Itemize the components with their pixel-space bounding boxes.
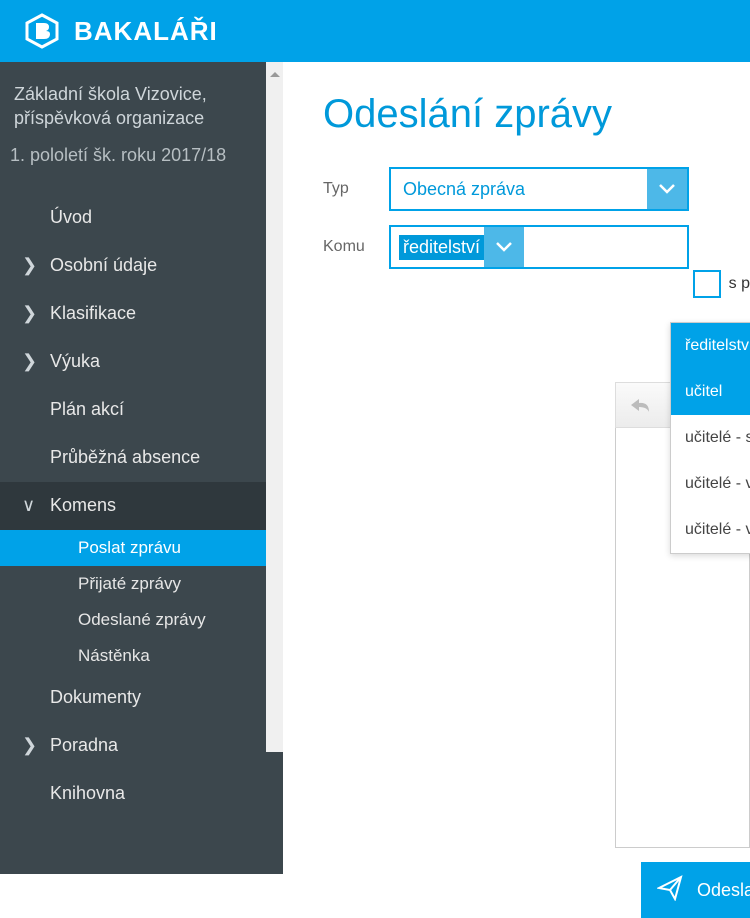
page-title: Odeslání zprávy bbox=[323, 92, 750, 137]
combo-komu-value: ředitelství bbox=[399, 235, 484, 260]
dropdown-option-ucitele-skupiny[interactable]: učitelé - skupiny bbox=[671, 415, 750, 461]
term-label: 1. pololetí šk. roku 2017/18 bbox=[0, 133, 283, 184]
checkbox-label: s p bbox=[729, 275, 750, 293]
combo-komu[interactable]: ředitelství bbox=[389, 225, 689, 269]
chevron-right-icon: ❯ bbox=[22, 735, 50, 756]
dropdown-option-ucitele-volny[interactable]: učitelé - volný výběr bbox=[671, 507, 750, 553]
nav-osobni-udaje[interactable]: ❯ Osobní údaje bbox=[0, 242, 283, 290]
nav-vyuka[interactable]: ❯ Výuka bbox=[0, 338, 283, 386]
paper-plane-icon bbox=[657, 875, 683, 906]
nav-komens-nastenka[interactable]: Nástěnka bbox=[0, 638, 283, 674]
chevron-right-icon: ❯ bbox=[22, 351, 50, 372]
chevron-down-icon[interactable] bbox=[647, 169, 687, 209]
nav-komens-prijate[interactable]: Přijaté zprávy bbox=[0, 566, 283, 602]
nav-uvod[interactable]: Úvod bbox=[0, 194, 283, 242]
nav-komens-poslat[interactable]: Poslat zprávu bbox=[0, 530, 283, 566]
send-button[interactable]: Odeslat bbox=[641, 862, 750, 918]
send-button-label: Odeslat bbox=[697, 880, 750, 901]
sidebar-scrollbar[interactable] bbox=[266, 62, 283, 752]
komu-dropdown: ředitelství učitel učitelé - skupiny uči… bbox=[670, 322, 750, 554]
brand-logo-icon bbox=[24, 13, 60, 49]
combo-typ[interactable]: Obecná zpráva bbox=[389, 167, 689, 211]
app-header: BAKALÁŘI bbox=[0, 0, 750, 62]
nav-poradna[interactable]: ❯ Poradna bbox=[0, 722, 283, 770]
label-typ: Typ bbox=[323, 180, 369, 198]
brand-name: BAKALÁŘI bbox=[74, 16, 218, 47]
checkbox-confirm[interactable] bbox=[693, 270, 721, 298]
brand: BAKALÁŘI bbox=[24, 13, 218, 49]
combo-typ-value: Obecná zpráva bbox=[391, 179, 647, 200]
dropdown-option-reditelstvi[interactable]: ředitelství bbox=[671, 323, 750, 369]
chevron-down-icon: ∨ bbox=[22, 495, 50, 516]
school-name: Základní škola Vizovice, příspěvková org… bbox=[0, 62, 283, 133]
dropdown-option-ucitel[interactable]: učitel bbox=[671, 369, 750, 415]
checkbox-row: s p bbox=[693, 270, 750, 298]
label-komu: Komu bbox=[323, 238, 369, 256]
chevron-down-icon[interactable] bbox=[484, 227, 524, 267]
undo-icon[interactable] bbox=[628, 393, 652, 417]
nav-komens-odeslane[interactable]: Odeslané zprávy bbox=[0, 602, 283, 638]
nav-prubezna-absence[interactable]: Průběžná absence bbox=[0, 434, 283, 482]
nav-dokumenty[interactable]: Dokumenty bbox=[0, 674, 283, 722]
content-area: Odeslání zprávy Typ Obecná zpráva Komu ř… bbox=[283, 62, 750, 874]
chevron-right-icon: ❯ bbox=[22, 255, 50, 276]
chevron-right-icon: ❯ bbox=[22, 303, 50, 324]
nav-komens[interactable]: ∨ Komens bbox=[0, 482, 283, 530]
dropdown-option-ucitele-vsichni[interactable]: učitelé - všichni bbox=[671, 461, 750, 507]
nav-plan-akci[interactable]: Plán akcí bbox=[0, 386, 283, 434]
sidebar: Základní škola Vizovice, příspěvková org… bbox=[0, 62, 283, 874]
nav-klasifikace[interactable]: ❯ Klasifikace bbox=[0, 290, 283, 338]
nav-knihovna[interactable]: Knihovna bbox=[0, 770, 283, 818]
